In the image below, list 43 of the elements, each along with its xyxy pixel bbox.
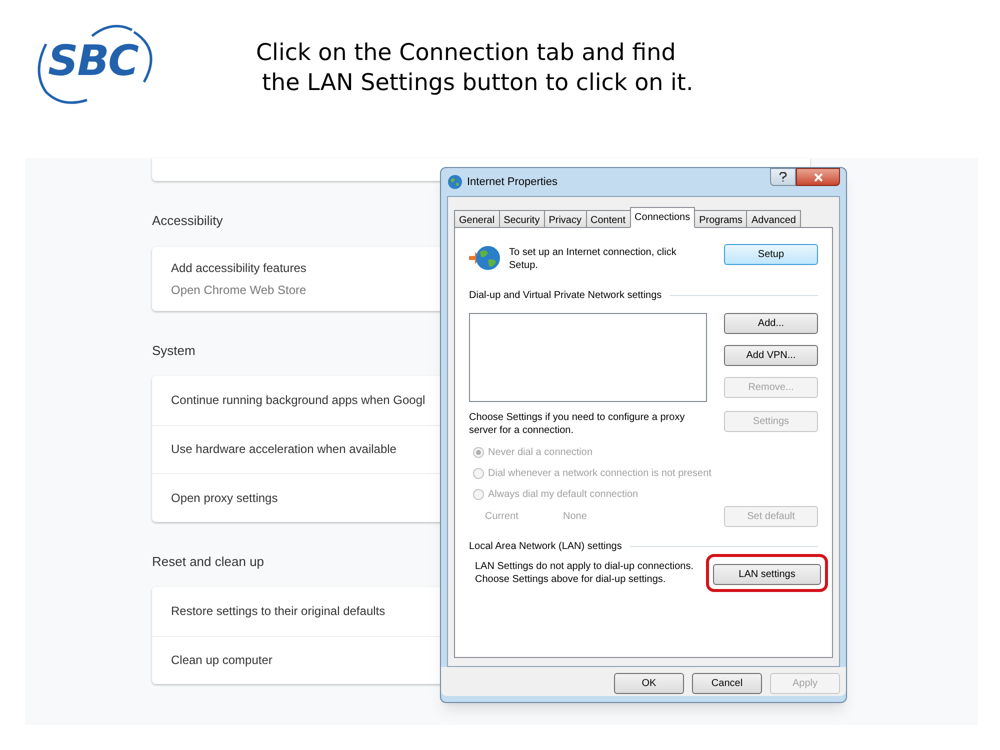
dialog-tab[interactable]: Privacy [544,210,586,228]
radio-label: Dial whenever a network connection is not present [488,467,712,481]
dialog-tab[interactable]: Advanced [746,210,801,228]
radio-label: Never dial a connection [488,446,593,460]
current-value: None [563,510,587,524]
globe-icon [447,174,463,190]
dialog-tab[interactable]: Security [498,210,545,228]
section-title: Reset and clean up [152,552,264,571]
action-button[interactable]: Add VPN... [724,345,818,366]
dialog-tab[interactable]: Programs [694,210,748,228]
dialog-tab[interactable]: Connections [630,207,696,228]
current-label: Current [485,510,520,524]
action-button[interactable]: Add... [724,313,818,334]
row-label: Restore settings to their original defaults [171,603,386,620]
dialog-button[interactable]: OK [614,673,684,694]
logo-text: SBC [48,40,138,82]
lan-text: LAN Settings do not apply to dial-up connections. Choose Settings above for dial-up settings. [475,560,694,586]
dialog-tab[interactable]: General [454,210,500,228]
help-icon [779,172,787,182]
setup-text: To set up an Internet connection, click Setup. [509,246,678,272]
section-title: Accessibility [152,212,223,230]
globe-icon [469,244,501,272]
row-label: Add accessibility features [171,260,306,276]
instruction-text: the LAN Settings button to click on it. [262,69,694,98]
setup-button[interactable]: Setup [724,244,818,265]
close-button[interactable] [796,168,840,186]
row-label: Open proxy settings [171,490,278,507]
help-button[interactable] [770,168,796,186]
close-icon [814,172,822,182]
section-title: System [152,342,196,360]
window-title: Internet Properties [467,174,558,190]
row-label: Clean up computer [171,652,272,670]
dialog-tab[interactable]: Content [586,210,631,228]
group-label: Local Area Network (LAN) settings [469,540,622,554]
radio-label: Always dial my default connection [488,488,638,502]
row-label: Use hardware acceleration when available [171,441,396,458]
lan-settings-button[interactable]: LAN settings [713,564,821,585]
group-label: Dial-up and Virtual Private Network settings [469,289,662,303]
row-sublabel: Open Chrome Web Store [171,282,306,298]
connection-list[interactable] [469,313,707,402]
proxy-text: Choose Settings if you need to configure a proxy server for a connection. [469,411,686,437]
dialog-button[interactable]: Cancel [692,673,762,694]
instruction-text: Click on the Connection tab and find [256,39,676,68]
